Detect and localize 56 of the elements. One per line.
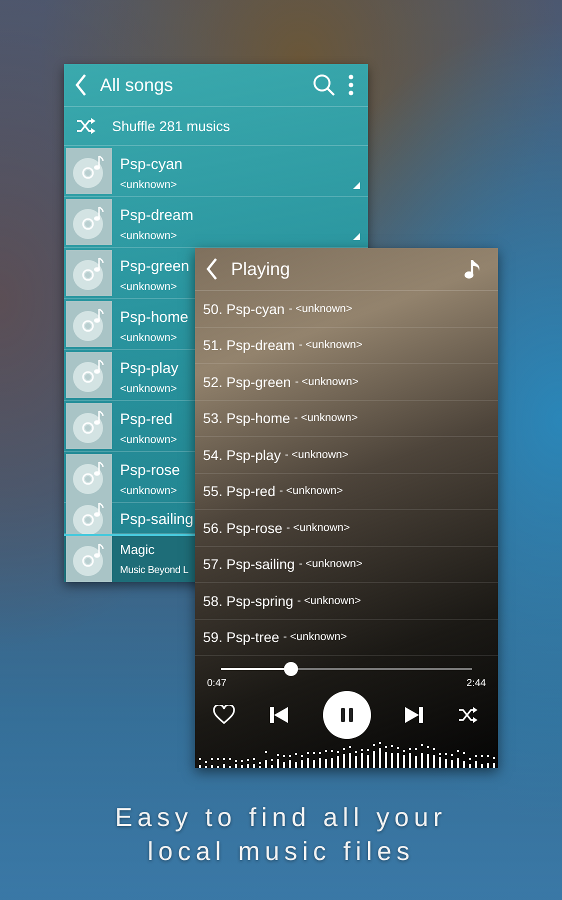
- pause-button[interactable]: [322, 691, 370, 739]
- song-title[interactable]: Psp-play: [120, 360, 178, 376]
- queue-item[interactable]: 57. Psp-sailing - <unknown>: [195, 546, 498, 583]
- song-artist: <unknown>: [120, 484, 178, 496]
- heart-icon[interactable]: [213, 705, 235, 725]
- queue-item[interactable]: 53. Psp-home - <unknown>: [195, 400, 498, 437]
- corner-triangle-icon[interactable]: [353, 182, 360, 189]
- queue-item[interactable]: 59. Psp-tree - <unknown>: [195, 620, 498, 656]
- queue-item[interactable]: 51. Psp-dream - <unknown>: [195, 328, 498, 364]
- song-artist: <unknown>: [120, 434, 177, 446]
- shuffle-icon[interactable]: [458, 707, 478, 723]
- now-playing-artist: Music Beyond L: [120, 565, 188, 576]
- caption-line: Easy to find all your: [115, 802, 447, 832]
- song-title[interactable]: Psp-home: [120, 308, 188, 326]
- song-title[interactable]: Psp-cyan: [120, 156, 183, 172]
- queue-item[interactable]: 55. Psp-red - <unknown>: [195, 474, 498, 510]
- back-icon[interactable]: [74, 73, 88, 97]
- seek-handle[interactable]: [284, 662, 298, 676]
- album-art-icon: [66, 536, 112, 582]
- album-art-icon: [66, 403, 112, 449]
- back-icon[interactable]: [205, 257, 219, 281]
- next-icon[interactable]: [405, 706, 424, 724]
- song-title[interactable]: Psp-dream: [120, 206, 194, 224]
- album-art-icon: [66, 301, 112, 347]
- song-title[interactable]: Psp-sailing: [120, 510, 194, 528]
- song-artist: <unknown>: [120, 280, 178, 292]
- album-art-icon: [66, 148, 112, 194]
- queue-item[interactable]: 50. Psp-cyan - <unknown>: [195, 291, 498, 328]
- shuffle-button[interactable]: Shuffle 281 musics: [112, 118, 230, 134]
- song-title[interactable]: Psp-rose: [120, 462, 180, 478]
- caption-line: local music files: [147, 836, 415, 866]
- previous-icon[interactable]: [270, 706, 288, 724]
- menu-icon[interactable]: [348, 74, 354, 96]
- corner-triangle-icon[interactable]: [353, 233, 360, 240]
- elapsed-time: 0:47: [207, 678, 226, 689]
- queue-item[interactable]: 54. Psp-play - <unknown>: [195, 437, 498, 474]
- music-note-icon[interactable]: [464, 258, 482, 280]
- total-time: 2:44: [466, 678, 486, 689]
- song-artist: <unknown>: [120, 230, 178, 242]
- queue-item[interactable]: 58. Psp-spring - <unknown>: [195, 583, 498, 620]
- album-art-icon: [66, 199, 112, 245]
- queue-item[interactable]: 52. Psp-green - <unknown>: [195, 364, 498, 400]
- song-title[interactable]: Psp-green: [120, 258, 190, 274]
- queue-item[interactable]: 56. Psp-rose - <unknown>: [195, 510, 498, 546]
- pause-icon: [340, 708, 352, 722]
- screen-title: Playing: [231, 258, 292, 280]
- album-art-icon: [66, 352, 112, 398]
- screen-title: All songs: [100, 74, 174, 96]
- album-art-icon: [66, 250, 112, 296]
- seek-bar[interactable]: [221, 662, 472, 676]
- song-artist: <unknown>: [120, 332, 178, 344]
- search-icon[interactable]: [312, 73, 336, 97]
- now-playing-title: Magic: [120, 542, 156, 557]
- song-artist: <unknown>: [120, 382, 178, 394]
- song-artist: <unknown>: [120, 178, 178, 190]
- song-title[interactable]: Psp-red: [120, 410, 177, 428]
